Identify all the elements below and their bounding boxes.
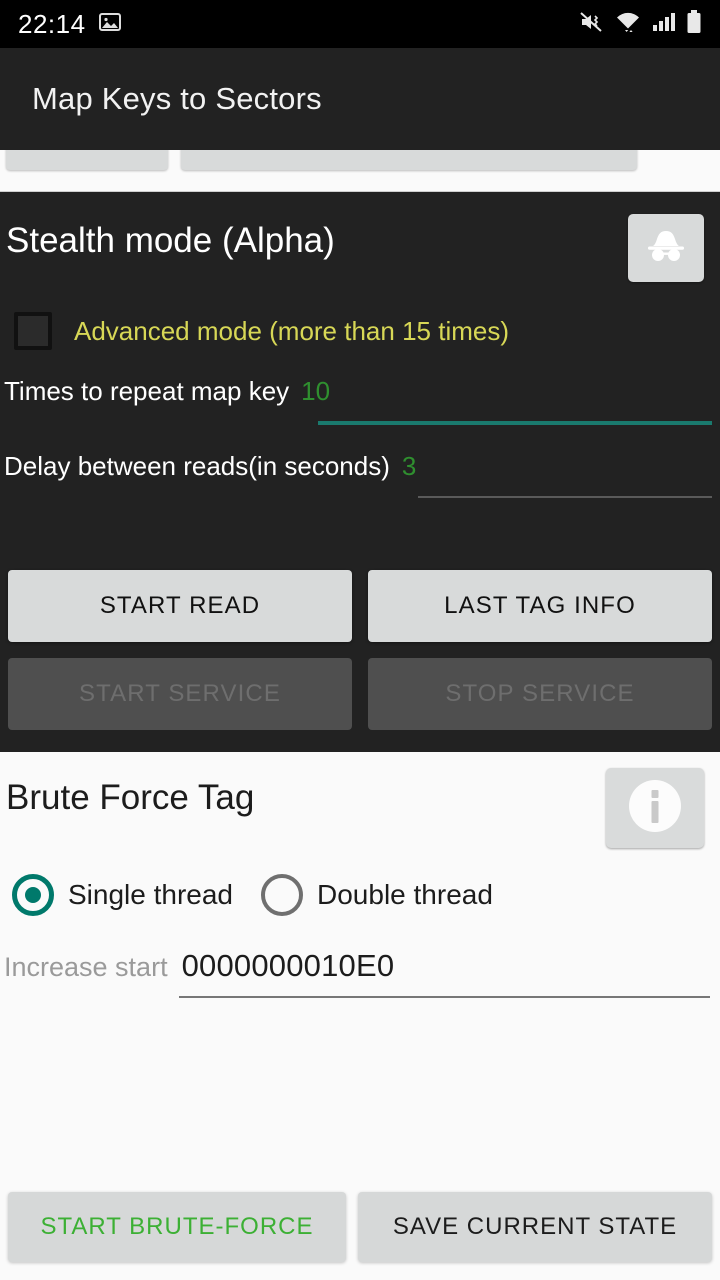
- mute-vibrate-icon: [579, 10, 605, 39]
- status-bar-clock: 22:14: [18, 8, 86, 39]
- delay-between-reads-row: Delay between reads(in seconds) 3: [4, 451, 712, 482]
- app-bar: Map Keys to Sectors: [0, 48, 720, 150]
- info-button[interactable]: [606, 768, 704, 848]
- incognito-button[interactable]: [628, 214, 704, 282]
- brute-force-title: Brute Force Tag: [6, 778, 255, 817]
- signal-icon: [651, 10, 677, 39]
- repeat-map-key-field[interactable]: Times to repeat map key 10: [0, 350, 720, 425]
- repeat-map-key-label: Times to repeat map key: [4, 376, 290, 406]
- brute-force-header: Brute Force Tag: [0, 752, 720, 848]
- bottom-action-bar: START BRUTE-FORCE SAVE CURRENT STATE: [0, 1192, 720, 1262]
- stealth-buttons-row-1: START READ LAST TAG INFO: [0, 498, 720, 642]
- start-service-button: START SERVICE: [8, 658, 352, 730]
- wifi-icon: [614, 10, 642, 39]
- start-brute-force-button[interactable]: START BRUTE-FORCE: [8, 1192, 346, 1262]
- status-bar: 22:14: [0, 0, 720, 48]
- save-current-state-button[interactable]: SAVE CURRENT STATE: [358, 1192, 712, 1262]
- battery-icon: [686, 9, 702, 40]
- single-thread-label[interactable]: Single thread: [54, 879, 261, 911]
- delay-between-reads-field[interactable]: Delay between reads(in seconds) 3: [0, 425, 720, 498]
- page-title: Map Keys to Sectors: [32, 81, 322, 116]
- status-bar-right: [579, 9, 702, 40]
- stealth-header: Stealth mode (Alpha): [0, 192, 720, 282]
- stealth-section-title: Stealth mode (Alpha): [6, 221, 335, 260]
- stealth-buttons-row-2: START SERVICE STOP SERVICE: [0, 642, 720, 730]
- status-bar-left: 22:14: [18, 9, 122, 40]
- double-thread-label[interactable]: Double thread: [303, 879, 521, 911]
- brute-force-section: Brute Force Tag Single thread Double thr…: [0, 752, 720, 998]
- increase-start-field[interactable]: Increase start 0000000010E0: [0, 916, 720, 998]
- image-icon: [98, 10, 122, 39]
- stop-service-button: STOP SERVICE: [368, 658, 712, 730]
- increase-start-label: Increase start: [4, 952, 168, 982]
- increase-start-input[interactable]: 0000000010E0: [168, 948, 395, 984]
- double-thread-radio[interactable]: [261, 874, 304, 916]
- incognito-icon: [643, 229, 689, 268]
- advanced-mode-checkbox[interactable]: [14, 312, 52, 350]
- clipped-tab-strip: [0, 150, 720, 192]
- stealth-mode-section: Stealth mode (Alpha) Advanced mode (more…: [0, 192, 720, 752]
- app-screen: 22:14 Map Keys to Sectors Stealth mode (…: [0, 0, 720, 1280]
- info-icon: [626, 777, 684, 840]
- increase-start-underline: [179, 996, 710, 998]
- last-tag-info-button[interactable]: LAST TAG INFO: [368, 570, 712, 642]
- stealth-section-spacer: [0, 730, 720, 752]
- start-read-button[interactable]: START READ: [8, 570, 352, 642]
- delay-between-reads-input[interactable]: 3: [390, 451, 416, 482]
- thread-mode-radio-group: Single thread Double thread: [0, 848, 720, 916]
- increase-start-row: Increase start 0000000010E0: [4, 948, 710, 984]
- clipped-chip-left[interactable]: [6, 150, 168, 170]
- clipped-chip-right[interactable]: [181, 150, 637, 170]
- repeat-map-key-input[interactable]: 10: [289, 376, 330, 407]
- single-thread-radio[interactable]: [12, 874, 54, 916]
- delay-between-reads-label: Delay between reads(in seconds): [4, 451, 390, 481]
- repeat-map-key-row: Times to repeat map key 10: [4, 376, 712, 407]
- advanced-mode-label: Advanced mode (more than 15 times): [74, 315, 509, 346]
- advanced-mode-row[interactable]: Advanced mode (more than 15 times): [0, 282, 720, 350]
